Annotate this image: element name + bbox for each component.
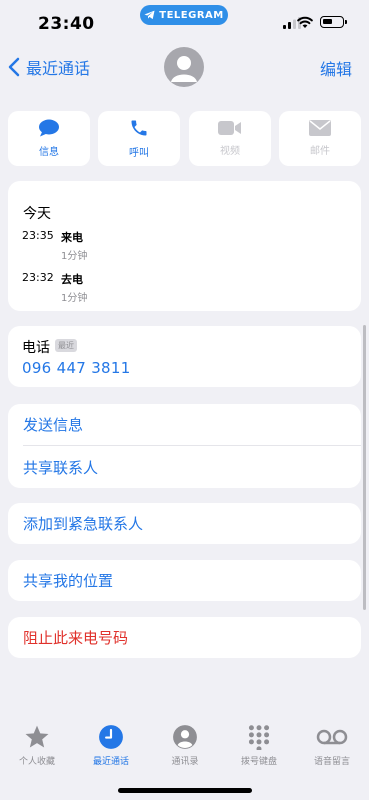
block-caller-button[interactable]: 阻止此来电号码 xyxy=(23,627,128,648)
share-options-card: 发送信息 共享联系人 xyxy=(8,404,361,488)
call-duration: 1分钟 xyxy=(61,293,88,304)
status-time: 23:40 xyxy=(38,14,95,34)
wifi-icon xyxy=(297,16,313,28)
tab-label: 最近通话 xyxy=(92,757,129,767)
contact-avatar xyxy=(164,47,204,87)
call-time: 23:32 xyxy=(22,271,54,284)
message-icon xyxy=(39,119,59,137)
tab-recents[interactable]: 最近通话 xyxy=(74,724,148,767)
edit-button[interactable]: 编辑 xyxy=(320,56,352,80)
call-type: 去电 xyxy=(61,273,83,286)
keypad-icon xyxy=(248,725,270,750)
telegram-icon xyxy=(144,10,155,20)
tab-label: 语音留言 xyxy=(313,757,350,767)
phone-label: 电话 xyxy=(22,340,50,356)
star-icon xyxy=(25,725,49,748)
person-icon xyxy=(171,56,197,82)
mail-action-label: 邮件 xyxy=(310,146,330,157)
phone-number[interactable]: 096 447 3811 xyxy=(22,359,131,377)
home-indicator[interactable] xyxy=(118,788,252,793)
mail-icon xyxy=(309,120,331,136)
battery-icon xyxy=(320,16,347,28)
back-label: 最近通话 xyxy=(26,59,91,78)
clock-icon xyxy=(99,725,123,749)
tab-contacts[interactable]: 通讯录 xyxy=(148,724,222,767)
tab-label: 拨号键盘 xyxy=(240,757,277,767)
tab-label: 个人收藏 xyxy=(18,757,55,767)
tab-favorites[interactable]: 个人收藏 xyxy=(0,724,74,767)
block-card: 阻止此来电号码 xyxy=(8,617,361,658)
call-type: 来电 xyxy=(61,231,83,244)
voicemail-icon xyxy=(316,729,348,745)
divider xyxy=(23,445,361,446)
message-action-label: 信息 xyxy=(39,147,59,158)
tab-label: 通讯录 xyxy=(171,757,199,767)
phone-number-card[interactable]: 电话 最近 096 447 3811 xyxy=(8,326,361,387)
emergency-card: 添加到紧急联系人 xyxy=(8,503,361,544)
add-emergency-contact-button[interactable]: 添加到紧急联系人 xyxy=(23,513,143,534)
share-location-button[interactable]: 共享我的位置 xyxy=(23,570,113,591)
call-time: 23:35 xyxy=(22,229,54,242)
send-message-button[interactable]: 发送信息 xyxy=(23,414,83,435)
call-duration: 1分钟 xyxy=(61,251,88,262)
telegram-label: TELEGRAM xyxy=(159,9,224,21)
phone-icon xyxy=(131,120,147,136)
recent-tag-badge: 最近 xyxy=(55,339,77,352)
tab-voicemail[interactable]: 语音留言 xyxy=(295,724,369,767)
telegram-return-pill[interactable]: TELEGRAM xyxy=(140,5,228,25)
video-action-label: 视频 xyxy=(220,146,240,157)
mail-action-button[interactable]: 邮件 xyxy=(279,111,361,166)
chevron-left-icon xyxy=(8,57,20,77)
tab-keypad[interactable]: 拨号键盘 xyxy=(222,724,296,767)
back-button[interactable]: 最近通话 xyxy=(8,55,90,79)
call-action-button[interactable]: 呼叫 xyxy=(98,111,180,166)
message-action-button[interactable]: 信息 xyxy=(8,111,90,166)
video-action-button[interactable]: 视频 xyxy=(189,111,271,166)
call-action-label: 呼叫 xyxy=(129,148,149,159)
share-contact-button[interactable]: 共享联系人 xyxy=(23,457,98,478)
recent-calls-card: 今天 23:35 来电 1分钟 23:32 去电 1分钟 xyxy=(8,181,361,311)
video-icon xyxy=(218,121,241,135)
location-card: 共享我的位置 xyxy=(8,560,361,601)
contact-icon xyxy=(173,725,197,749)
scrollbar[interactable] xyxy=(363,325,366,610)
recent-day-heading: 今天 xyxy=(23,206,51,222)
